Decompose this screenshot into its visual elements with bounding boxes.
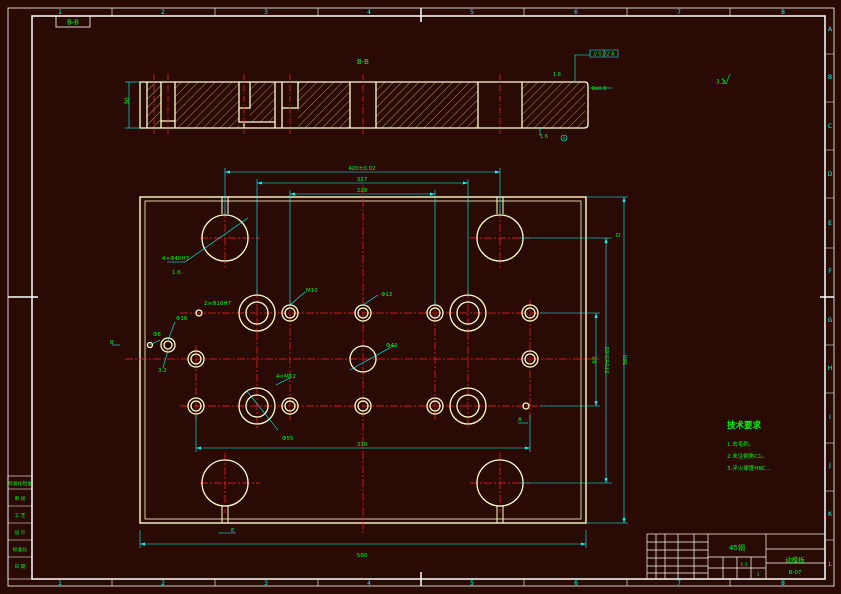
tech-req-title: 技术要求 [727,420,762,431]
label-e: E [231,528,235,534]
tech-req-item-3: 3.淬火硬度HRC... [727,464,771,472]
title-block-drawing-no: B-07 [789,570,802,576]
label-ra-2: 3.2 [158,368,167,374]
label-ra-1: 1.6 [172,270,181,276]
zone-column-label: 7 [677,580,681,587]
tolerance-frame: // 0.02 A [593,52,615,58]
title-block-sheet: 1 [757,572,760,578]
label-m12: 4×M12 [276,374,296,380]
dim-right-vert-3: 360 [623,354,629,365]
zone-column-label: 1 [58,9,62,16]
zone-column-label: 5 [470,580,474,587]
zone-column-label: 4 [367,580,371,587]
datum-a: A [563,136,566,141]
side-table-row-1: 标准化检查 [8,480,32,487]
title-block-part-name: 动模板 [785,555,805,564]
label-d: D [616,233,620,239]
label-phi42: Φ42 [386,343,397,349]
dim-top-span-1: 420±0.02 [348,166,375,172]
zone-column-label: 2 [161,9,165,16]
side-table-row-2: 审 核 [14,495,25,502]
title-block-scale: 1:1 [740,562,747,568]
title-block-material: 45钢 [729,543,745,552]
zone-row-label: F [828,268,832,275]
top-left-label: B-B [67,19,79,27]
zone-row-label: J [828,462,831,469]
zone-column-label: 8 [781,580,785,587]
zone-row-label: B [828,74,832,81]
section-note: Ra0.8 [592,86,606,92]
label-b: B [110,340,114,346]
zone-column-label: 3 [264,580,268,587]
tech-req-item-1: 1.去毛刺。 [727,440,754,448]
side-table-row-5: 标准化 [13,546,28,553]
zone-column-label: 5 [470,9,474,16]
zone-column-label: 1 [58,580,62,587]
roughness-corner: 3.2 [716,79,726,86]
zone-row-label: I [829,414,831,421]
label-2xphi: 2×Φ10H7 [204,301,232,307]
dim-top-span-3: 228 [357,188,368,194]
cad-drawing: 12345678 12345678 ABCDEFGHIJKL B-B 30 B-… [0,0,841,594]
label-phi12: Φ12 [381,292,392,298]
zone-row-label: H [828,365,833,372]
zone-column-label: 6 [574,580,578,587]
section-height-label: 30 [124,97,131,105]
dim-right-vert-2: 370±0.02 [605,346,611,373]
dim-bottom-span: 310 [357,442,368,448]
section-roughness: 1.6 [553,72,561,78]
label-phi16: Φ16 [176,316,188,322]
dim-bottom-width: 580 [357,553,368,559]
section-roughness-2: 1.6 [540,134,548,140]
zone-row-label: C [828,123,832,130]
side-table-row-4: 设 计 [14,529,25,536]
zone-row-label: D [828,171,833,178]
label-a: A [518,417,522,423]
label-phi8: Φ8 [153,332,161,338]
zone-column-label: 2 [161,580,165,587]
side-table-row-3: 工 艺 [14,513,25,519]
zone-row-label: E [828,220,832,227]
zone-column-label: 6 [574,9,578,16]
tech-req-item-2: 2.未注倒角C1。 [727,452,767,460]
zone-column-label: 8 [781,9,785,16]
zone-row-label: G [828,317,833,324]
zone-column-label: 4 [367,9,371,16]
side-table-row-6: 日 期 [14,564,25,570]
dim-top-span-2: 327 [357,177,368,183]
dim-right-vert-1: 60 [592,356,598,363]
label-m10: M10 [306,288,318,294]
zone-column-label: 3 [264,9,268,16]
section-label: B-B [357,58,369,66]
label-phi55: Φ55 [282,436,294,442]
zone-column-label: 7 [677,9,681,16]
label-guide-hole: 4×Φ40H7 [162,256,190,262]
